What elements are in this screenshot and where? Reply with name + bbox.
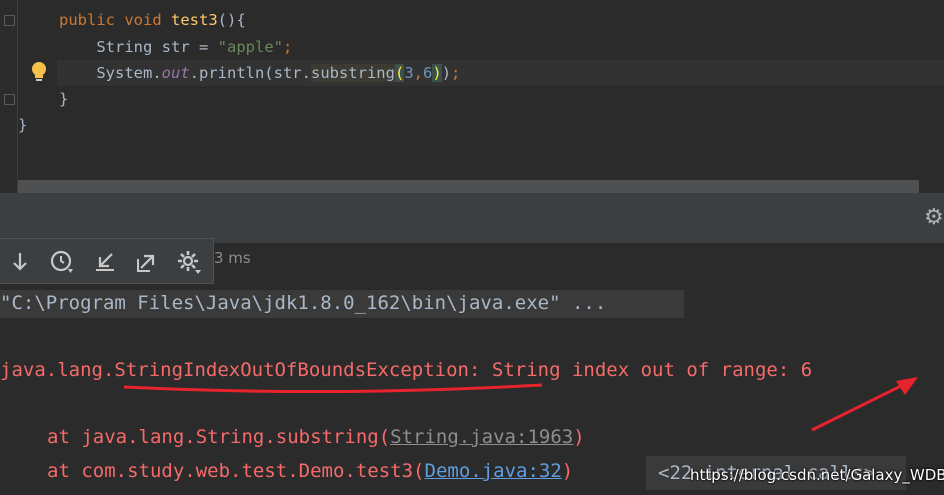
code-token: String str = (96, 38, 218, 56)
code-token: (){ (217, 11, 246, 29)
export-arrow-icon[interactable] (133, 248, 161, 276)
arrow-down-icon[interactable] (6, 248, 34, 276)
run-duration: 3 ms (214, 249, 251, 267)
code-line[interactable]: System.out.println(str.substring(3,6)); (59, 60, 460, 86)
code-line[interactable]: } (18, 112, 27, 138)
exception-class: StringIndexOutOfBoundsException (114, 359, 469, 381)
code-token: , (413, 64, 424, 82)
code-line[interactable]: public void test3(){ (59, 7, 246, 33)
exception-message: : String index out of range: 6 (469, 359, 813, 381)
code-token: 6 (423, 64, 433, 82)
source-link-string-java[interactable]: String.java:1963 (390, 426, 573, 448)
stack-trace-line[interactable]: at com.study.web.test.Demo.test3(Demo.ja… (47, 456, 573, 486)
horizontal-scrollbar[interactable] (18, 180, 919, 193)
code-token: "apple" (217, 38, 283, 56)
code-token: ) (432, 64, 442, 82)
import-arrow-icon[interactable] (91, 248, 119, 276)
fold-marker-icon[interactable] (4, 15, 15, 26)
panel-settings-gear-icon[interactable]: ⚙ (924, 206, 944, 230)
code-token: ( (394, 64, 405, 82)
source-link-demo-java[interactable]: Demo.java:32 (425, 460, 562, 482)
run-panel-header (0, 193, 944, 243)
code-token: test3 (171, 11, 218, 29)
code-token: .println(str. (189, 64, 311, 82)
code-token: out (161, 64, 190, 82)
code-token: substring (310, 64, 395, 82)
exception-package: java.lang. (0, 359, 115, 381)
code-token: } (18, 116, 28, 134)
code-token: ; (282, 38, 293, 56)
code-token: } (59, 90, 69, 108)
code-token: void (124, 11, 171, 29)
stack-trace-line[interactable]: at java.lang.String.substring(String.jav… (47, 422, 585, 452)
history-clock-icon[interactable] (48, 248, 76, 276)
lightbulb-icon[interactable] (30, 59, 48, 85)
fold-marker-icon[interactable] (4, 94, 15, 105)
code-token: System. (96, 64, 162, 82)
settings-gear-icon[interactable] (175, 248, 203, 276)
code-token: public (59, 11, 125, 29)
code-token: ; (451, 64, 461, 82)
run-toolbar (0, 238, 214, 284)
code-token: 3 (404, 64, 414, 82)
watermark: https://blog.csdn.net/Galaxy_WDB (690, 466, 944, 484)
code-editor[interactable]: public void test3(){ String str = "apple… (0, 0, 944, 193)
code-line[interactable]: String str = "apple"; (59, 34, 292, 60)
console-command-line[interactable]: "C:\Program Files\Java\jdk1.8.0_162\bin\… (0, 288, 606, 318)
code-token: ) (441, 64, 452, 82)
gutter-separator (17, 0, 18, 193)
exception-line[interactable]: java.lang.StringIndexOutOfBoundsExceptio… (0, 355, 812, 385)
code-line[interactable]: } (59, 86, 68, 112)
